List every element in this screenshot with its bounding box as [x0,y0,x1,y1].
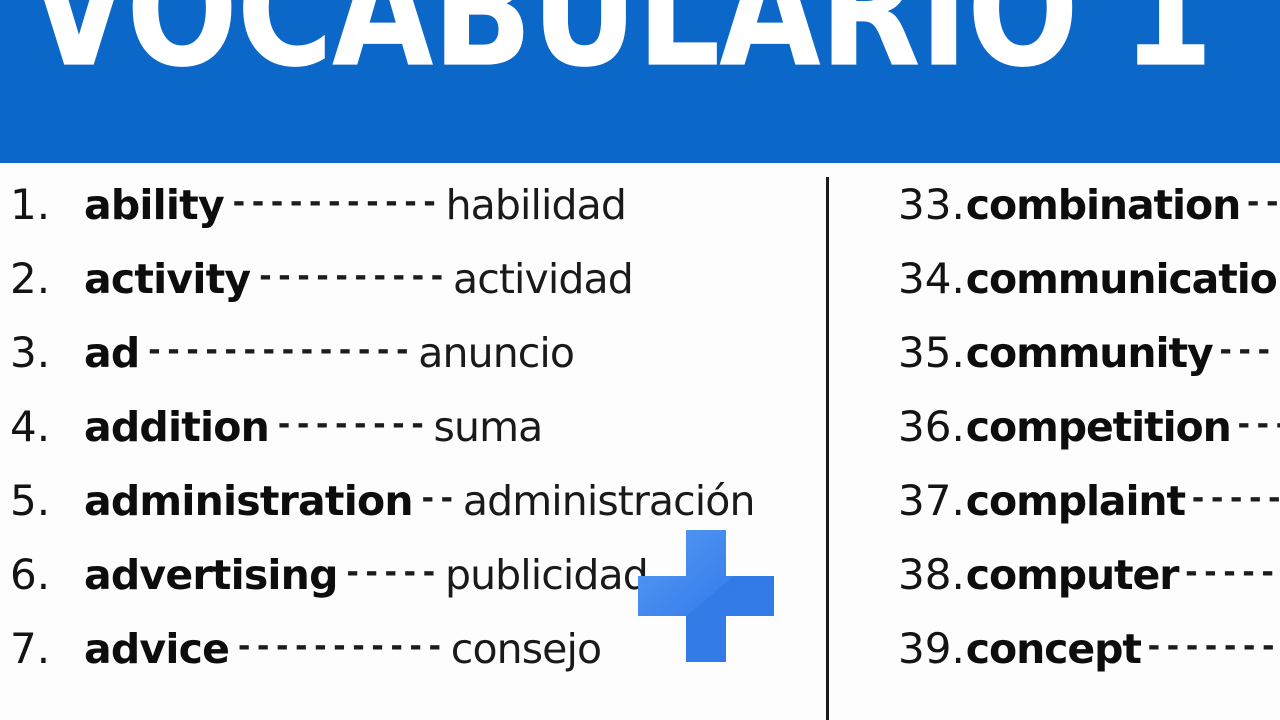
right-dash-leader: ----- [1189,481,1280,516]
vocabulary-column-right: 33. combination -- 34. communication 35. commu… [882,163,1280,720]
vocabulary-row: 36.competition--- [882,402,1280,476]
right-english-word: computer [965,551,1180,599]
right-row-number: 37. [898,476,965,525]
right-english-word: combination [965,181,1241,229]
vocabulary-row: 35. community --- [882,328,1280,402]
left-english-word: activity [84,255,251,303]
vocabulary-row: 1. ability ----------- habilidad [0,180,820,254]
page-title: VOCABULARIO 1 [28,0,1280,152]
left-english-word: advice [84,625,230,673]
left-row-number: 4. [10,402,51,451]
left-english-word: ability [84,181,225,229]
vocabulary-row: 33. combination -- [882,180,1280,254]
left-row-number: 2. [10,254,51,303]
plus-icon [634,526,778,666]
left-spanish-word: suma [433,403,544,451]
left-row-number: 1. [10,180,51,229]
header-banner: VOCABULARIO 1 [0,0,1280,163]
left-spanish-word: actividad [452,255,634,303]
right-row-number: 39. [898,624,965,673]
right-english-word: community [965,329,1214,377]
left-row-number: 7. [10,624,51,673]
left-dash-leader: ----------- [229,185,440,220]
vocabulary-row: 2. activity ---------- actividad [0,254,820,328]
vocabulary-row: 37. complaint ----- [882,476,1280,550]
left-spanish-word: administración [462,477,756,525]
right-row-number: 35. [898,328,965,377]
right-dash-leader: --- [1216,333,1274,368]
left-english-word: administration [84,477,414,525]
right-english-word: communication [965,255,1280,303]
vocabulary-slide: VOCABULARIO 1 1. ability ----------- habili… [0,0,1280,720]
left-spanish-word: anuncio [418,329,575,377]
right-dash-leader: ------- [1144,629,1279,664]
right-row-number: 33. [898,180,965,229]
vocabulary-row: 34. communication [882,254,1280,328]
right-dash-leader: --- [1234,407,1280,442]
left-row-number: 5. [10,476,51,525]
left-english-word: advertising [84,551,338,599]
right-dash-leader: -- [1244,185,1280,220]
right-english-word: complaint [965,477,1186,525]
left-spanish-word: consejo [450,625,602,673]
left-dash-leader: -------- [275,407,428,442]
left-dash-leader: -------------- [145,333,413,368]
right-english-word: concept [965,625,1142,673]
right-row-number: 36. [898,402,965,451]
column-divider [826,177,829,720]
left-row-number: 6. [10,550,51,599]
left-english-word: ad [84,329,140,377]
right-dash-leader: ----- [1182,555,1278,590]
vocabulary-row: 39. concept ------- [882,624,1280,698]
left-dash-leader: ----------- [235,629,445,664]
vocabulary-row: 38. computer ----- [882,550,1280,624]
left-row-number: 3. [10,328,51,377]
right-row-number: 38. [898,550,965,599]
left-spanish-word: habilidad [445,181,627,229]
left-english-word: addition [84,403,270,451]
vocabulary-row: 3. ad -------------- anuncio [0,328,820,402]
vocabulary-body: 1. ability ----------- habilidad 2. activity -… [0,163,1280,720]
page-title-text: VOCABULARIO 1 [28,0,1213,103]
vocabulary-row: 4. addition -------- suma [0,402,820,476]
right-row-number: 34. [898,254,965,303]
left-dash-leader: ---------- [256,259,447,294]
right-english-word: competition [965,403,1232,451]
left-dash-leader: ----- [343,555,439,590]
left-spanish-word: publicidad [444,551,649,599]
left-dash-leader: -- [418,481,457,516]
